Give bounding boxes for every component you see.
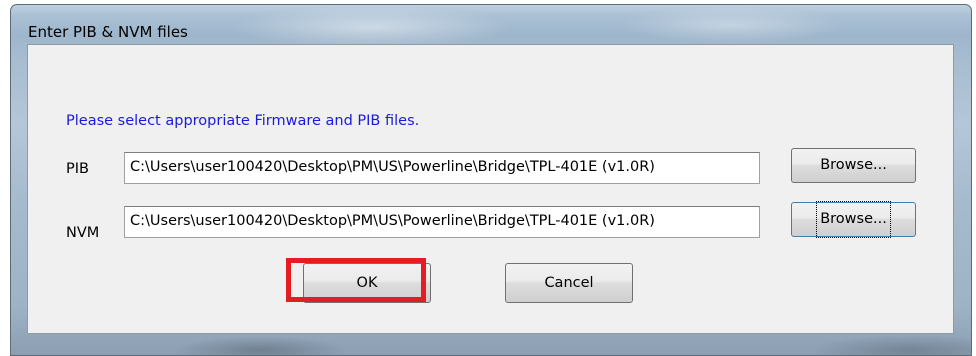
dialog-client-area: Please select appropriate Firmware and P… — [27, 44, 954, 334]
nvm-label: NVM — [66, 225, 100, 241]
ok-button[interactable]: OK — [303, 263, 431, 303]
nvm-browse-label: Browse... — [816, 201, 891, 238]
pib-browse-label: Browse... — [820, 157, 887, 173]
cancel-button[interactable]: Cancel — [505, 263, 633, 303]
pib-label: PIB — [66, 161, 89, 177]
cancel-label: Cancel — [544, 275, 594, 291]
dialog-title: Enter PIB & NVM files — [28, 23, 188, 41]
nvm-browse-button[interactable]: Browse... — [791, 201, 916, 238]
ok-label: OK — [356, 275, 378, 291]
nvm-path-field[interactable]: C:\Users\user100420\Desktop\PM\US\Powerl… — [124, 206, 760, 238]
instruction-text: Please select appropriate Firmware and P… — [66, 113, 420, 129]
pib-path-field[interactable]: C:\Users\user100420\Desktop\PM\US\Powerl… — [124, 152, 760, 184]
dialog-window: Enter PIB & NVM files Please select appr… — [10, 4, 972, 356]
pib-browse-button[interactable]: Browse... — [791, 148, 916, 183]
